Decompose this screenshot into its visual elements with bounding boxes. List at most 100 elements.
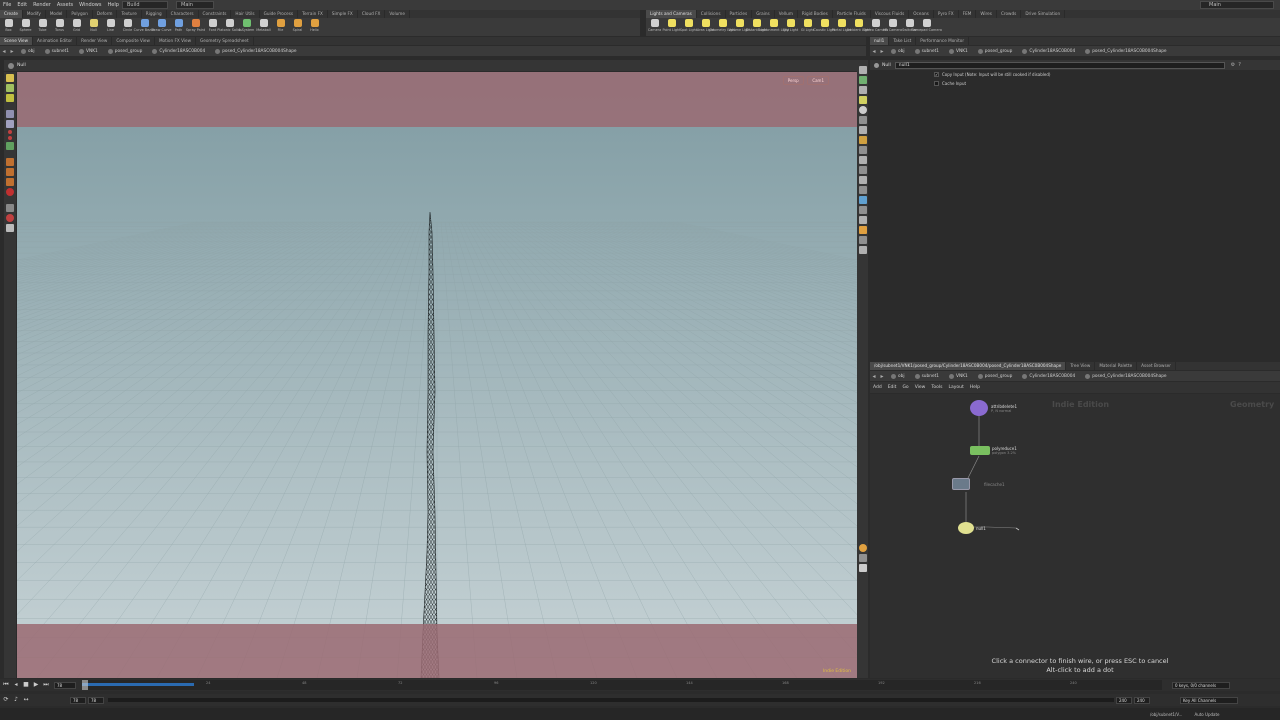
shelf-tab-crowds[interactable]: Crowds: [997, 10, 1022, 18]
display-options-icon[interactable]: [858, 66, 867, 74]
prim-icon[interactable]: [858, 166, 867, 174]
node-name-field[interactable]: null1: [894, 61, 1225, 69]
breadcrumb-item[interactable]: posed_Cylinder18ASC0B004Shape: [1080, 373, 1171, 379]
shelf-tab-collisions[interactable]: Collisions: [697, 10, 726, 18]
timeline-ruler[interactable]: 24 48 72 96 120 144 168 192 216 240: [82, 680, 1162, 690]
paint-icon[interactable]: [6, 178, 14, 186]
shelf-tab-cloud-fx[interactable]: Cloud FX: [358, 10, 386, 18]
forward-arrow-icon[interactable]: ▸: [878, 373, 886, 380]
shelf-tab-hair-utils[interactable]: Hair Utils: [231, 10, 260, 18]
range-icon[interactable]: ↔: [22, 696, 30, 704]
breadcrumb-item[interactable]: subnet1: [40, 48, 74, 54]
range-slider[interactable]: [108, 698, 1114, 702]
pane-tab-render-view[interactable]: Render View: [77, 37, 113, 45]
edge-icon[interactable]: [858, 186, 867, 194]
network-menu-view[interactable]: View: [912, 385, 929, 390]
breadcrumb-item[interactable]: posed_group: [103, 48, 148, 54]
record-icon[interactable]: [8, 130, 12, 134]
wireframe-icon[interactable]: [858, 86, 867, 94]
ghost-icon[interactable]: [858, 196, 867, 204]
network-editor[interactable]: attribdelete1 P, N normal polyreduce1 po…: [870, 394, 1280, 678]
breadcrumb-item[interactable]: Cylinder18ASC0B004: [1017, 373, 1080, 379]
persp-menu[interactable]: Persp: [782, 76, 804, 85]
brush-icon[interactable]: [6, 158, 14, 166]
shelf-tab-viscous-fluids[interactable]: Viscous Fluids: [871, 10, 910, 18]
tool-spot-light[interactable]: Spot Light: [680, 18, 697, 36]
network-menu-tools[interactable]: Tools: [928, 385, 945, 390]
menu-windows[interactable]: Windows: [76, 2, 104, 8]
shelf-tab-oceans[interactable]: Oceans: [909, 10, 934, 18]
realtime-icon[interactable]: ⟳: [2, 696, 10, 704]
tool-portal-light[interactable]: Portal Light: [832, 18, 851, 36]
pane-tab-null1[interactable]: null1: [870, 37, 890, 45]
pane-tab-composite-view[interactable]: Composite View: [112, 37, 155, 45]
shelf-tab-pyro-fx[interactable]: Pyro FX: [934, 10, 959, 18]
breadcrumb-item[interactable]: obj: [886, 48, 910, 54]
snapshot-icon[interactable]: [858, 564, 867, 572]
shelf-tab-particles[interactable]: Particles: [726, 10, 753, 18]
network-menu-help[interactable]: Help: [967, 385, 983, 390]
tool-area-light[interactable]: Area Light: [697, 18, 714, 36]
menu-help[interactable]: Help: [104, 2, 121, 8]
last-frame-icon[interactable]: ⏭: [42, 681, 50, 689]
tool-tube[interactable]: Tube: [34, 18, 51, 36]
start-frame-field[interactable]: 78: [70, 696, 86, 704]
tool-platonic-solids[interactable]: Platonic Solids: [217, 18, 242, 36]
breadcrumb-item[interactable]: Cylinder18ASC0B004: [147, 48, 210, 54]
camera-icon[interactable]: [858, 126, 867, 134]
pane-tab-take-list[interactable]: Take List: [889, 37, 917, 45]
network-tab-obj-subnet1-vnk1-posed-group-cylinder18asc0b004-posed-cylinder18asc0b004shape[interactable]: /obj/subnet1/VNK1/posed_group/Cylinder18…: [870, 362, 1067, 370]
filecache-node[interactable]: [952, 478, 970, 490]
breadcrumb-item[interactable]: posed_Cylinder18ASC0B004Shape: [210, 48, 301, 54]
pane-tab-performance-monitor[interactable]: Performance Monitor: [916, 37, 970, 45]
tool-curve-bezier[interactable]: Curve Bezier: [134, 18, 155, 36]
tool-null[interactable]: Null: [85, 18, 102, 36]
stats-icon[interactable]: [858, 216, 867, 224]
play-icon[interactable]: ▶: [32, 681, 40, 689]
end-frame-field[interactable]: 240: [1134, 696, 1150, 704]
menu-render[interactable]: Render: [30, 2, 54, 8]
breadcrumb-item[interactable]: obj: [886, 373, 910, 379]
null-node[interactable]: [958, 522, 974, 534]
background-icon[interactable]: [858, 206, 867, 214]
shelf-tab-drive-simulation[interactable]: Drive Simulation: [1021, 10, 1066, 18]
tool-path[interactable]: Path: [170, 18, 187, 36]
record-icon-2[interactable]: [8, 136, 12, 140]
help-icon[interactable]: ?: [1238, 62, 1241, 68]
back-arrow-icon[interactable]: ◂: [870, 373, 878, 380]
vertex-icon[interactable]: [858, 176, 867, 184]
tool-spiral[interactable]: Spiral: [289, 18, 306, 36]
shelf-tab-fem[interactable]: FEM: [959, 10, 977, 18]
shelf-tab-texture[interactable]: Texture: [117, 10, 142, 18]
network-menu-layout[interactable]: Layout: [945, 385, 966, 390]
render-region-icon[interactable]: [858, 544, 867, 552]
sphere-icon[interactable]: [858, 106, 867, 114]
network-menu-go[interactable]: Go: [899, 385, 911, 390]
copy-input-checkbox[interactable]: ✓: [934, 72, 939, 77]
point-icon[interactable]: [858, 146, 867, 154]
camera-menu[interactable]: Cam1: [807, 76, 829, 85]
lock-icon[interactable]: [858, 136, 867, 144]
shelf-tab-terrain-fx[interactable]: Terrain FX: [298, 10, 328, 18]
shelf-tab-volume[interactable]: Volume: [385, 10, 410, 18]
menu-assets[interactable]: Assets: [54, 2, 76, 8]
current-frame-field[interactable]: 78: [54, 681, 76, 689]
audio-icon[interactable]: ♪: [12, 696, 20, 704]
shelf-tab-model[interactable]: Model: [46, 10, 68, 18]
bbox-icon[interactable]: [858, 236, 867, 244]
stop-icon[interactable]: ■: [22, 681, 30, 689]
breadcrumb-item[interactable]: subnet1: [910, 48, 944, 54]
scene-viewport[interactable]: Persp Cam1 Indie Edition: [17, 72, 857, 678]
snap-icon[interactable]: [6, 142, 14, 150]
shelf-tab-polygon[interactable]: Polygon: [67, 10, 93, 18]
attribdelete-node[interactable]: [970, 400, 988, 416]
tool-switcher[interactable]: Switcher: [901, 18, 918, 36]
pane-tab-geometry-spreadsheet[interactable]: Geometry Spreadsheet: [196, 37, 254, 45]
pose-tool-icon[interactable]: [6, 120, 14, 128]
auto-update[interactable]: Auto Update: [1194, 712, 1219, 717]
tool-file[interactable]: File: [272, 18, 289, 36]
tool-ambient-light[interactable]: Ambient Light: [847, 18, 870, 36]
key-all-channels[interactable]: Key All Channels: [1180, 696, 1238, 704]
template-icon[interactable]: [858, 246, 867, 254]
shelf-tab-vellum[interactable]: Vellum: [775, 10, 798, 18]
